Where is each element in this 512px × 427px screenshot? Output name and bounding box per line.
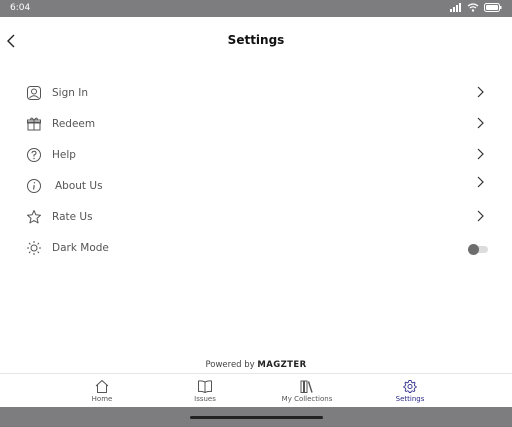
- tab-issues[interactable]: Issues: [150, 376, 260, 408]
- settings-item-rate-us[interactable]: Rate Us: [0, 203, 512, 229]
- battery-icon: [484, 3, 502, 12]
- chevron-right-icon: [477, 117, 484, 129]
- chevron-right-icon: [477, 210, 484, 222]
- library-icon: [300, 380, 313, 393]
- settings-item-dark-mode: Dark Mode: [0, 234, 512, 260]
- tab-label: Issues: [194, 395, 216, 403]
- chevron-right-icon: [477, 86, 484, 98]
- gift-icon: [27, 117, 41, 131]
- powered-by: Powered by MAGZTER: [0, 360, 512, 370]
- help-icon: [27, 148, 41, 162]
- header: Settings: [0, 17, 512, 65]
- tab-label: Home: [91, 395, 113, 403]
- status-time: 6:04: [10, 3, 31, 13]
- tab-bar: Home Issues My Collections Settings: [0, 373, 512, 408]
- home-indicator[interactable]: [190, 416, 323, 419]
- settings-item-label: Rate Us: [52, 211, 93, 223]
- sun-icon: [27, 241, 41, 255]
- toggle-knob: [468, 244, 479, 255]
- gear-icon: [403, 379, 417, 394]
- status-icons: [450, 3, 502, 12]
- settings-item-label: Help: [52, 149, 76, 161]
- settings-item-about-us[interactable]: About Us: [0, 172, 512, 198]
- settings-item-sign-in[interactable]: Sign In: [0, 79, 512, 105]
- tab-label: Settings: [395, 395, 425, 403]
- dark-mode-toggle[interactable]: [468, 244, 488, 255]
- settings-item-label: Redeem: [52, 118, 96, 130]
- home-icon: [95, 380, 109, 393]
- book-icon: [198, 380, 212, 393]
- info-icon: [27, 179, 41, 193]
- tab-my-collections[interactable]: My Collections: [252, 376, 362, 408]
- tab-settings[interactable]: Settings: [355, 376, 465, 408]
- settings-item-label: About Us: [55, 180, 103, 192]
- wifi-icon: [467, 3, 479, 12]
- chevron-right-icon: [477, 148, 484, 160]
- settings-item-redeem[interactable]: Redeem: [0, 110, 512, 136]
- powered-by-text: Powered by: [205, 360, 255, 370]
- star-icon: [27, 210, 41, 224]
- page-title: Settings: [227, 33, 285, 47]
- tab-label: My Collections: [281, 395, 333, 403]
- brand-name: MAGZTER: [257, 360, 307, 370]
- chevron-right-icon: [477, 176, 484, 188]
- settings-item-label: Dark Mode: [52, 242, 109, 254]
- settings-item-help[interactable]: Help: [0, 141, 512, 167]
- tab-home[interactable]: Home: [47, 376, 157, 408]
- settings-item-label: Sign In: [52, 87, 88, 99]
- status-bar: 6:04: [0, 0, 512, 17]
- signal-icon: [450, 3, 461, 12]
- user-icon: [27, 86, 41, 100]
- system-navigation-bar: [0, 407, 512, 427]
